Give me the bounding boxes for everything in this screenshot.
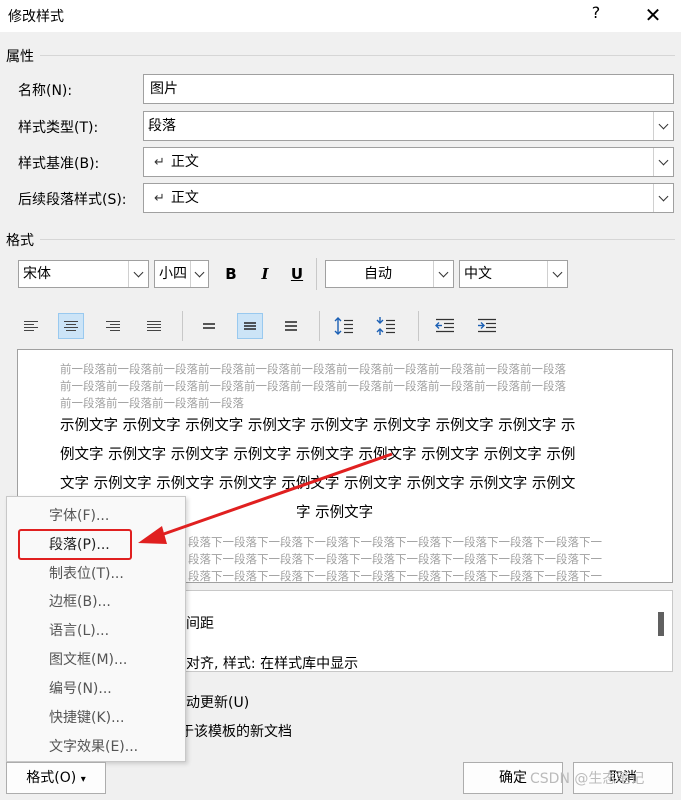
watermark: CSDN @生态笔记 <box>530 771 645 787</box>
annotation-arrow-icon <box>138 452 393 544</box>
format-button[interactable]: 格式(O) ▾ <box>6 762 106 794</box>
dropdown-arrow-icon: ▾ <box>80 774 86 785</box>
format-button-label: 格式(O) <box>26 770 77 786</box>
ok-button-label: 确定 <box>499 770 527 786</box>
